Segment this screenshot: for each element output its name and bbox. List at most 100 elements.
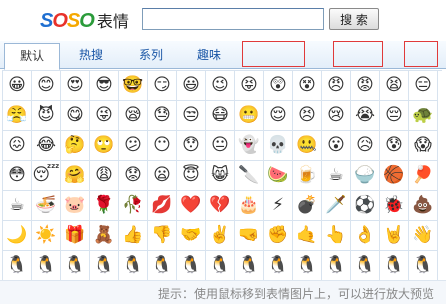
emoticon-cell[interactable]: ⚽ bbox=[351, 191, 380, 221]
emoticon-cell[interactable]: 🤙 bbox=[293, 221, 322, 251]
emoticon-cell[interactable]: 🤝 bbox=[177, 221, 206, 251]
emoticon-cell[interactable]: 🐷 bbox=[61, 191, 90, 221]
emoticon-cell[interactable]: 👌 bbox=[351, 221, 380, 251]
emoticon-cell[interactable]: 👍 bbox=[119, 221, 148, 251]
emoticon-cell[interactable]: 😌 bbox=[264, 101, 293, 131]
emoticon-cell[interactable]: 😂 bbox=[32, 131, 61, 161]
emoticon-cell[interactable]: 😤 bbox=[3, 101, 32, 131]
emoticon-cell[interactable]: ✊ bbox=[264, 221, 293, 251]
tab-default[interactable]: 默认 bbox=[4, 43, 60, 70]
emoticon-cell[interactable]: 💀 bbox=[264, 131, 293, 161]
emoticon-cell[interactable]: 🍚 bbox=[351, 161, 380, 191]
emoticon-cell[interactable]: 😎 bbox=[90, 71, 119, 101]
emoticon-cell[interactable]: ❤️ bbox=[177, 191, 206, 221]
emoticon-cell[interactable]: 😸 bbox=[206, 161, 235, 191]
emoticon-cell[interactable]: 🐧 bbox=[90, 251, 119, 281]
emoticon-cell[interactable]: 🐧 bbox=[206, 251, 235, 281]
emoticon-cell[interactable]: 😈 bbox=[32, 101, 61, 131]
emoticon-cell[interactable]: 😷 bbox=[206, 101, 235, 131]
emoticon-cell[interactable]: 😀 bbox=[3, 71, 32, 101]
emoticon-cell[interactable]: 🗡️ bbox=[322, 191, 351, 221]
emoticon-cell[interactable]: 😜 bbox=[90, 101, 119, 131]
soso-logo[interactable]: S O S O 表情 bbox=[40, 8, 129, 32]
emoticon-cell[interactable]: 💩 bbox=[409, 191, 438, 221]
emoticon-cell[interactable]: ☕ bbox=[322, 161, 351, 191]
emoticon-cell[interactable]: 😟 bbox=[119, 161, 148, 191]
emoticon-cell[interactable]: 😬 bbox=[235, 101, 264, 131]
emoticon-cell[interactable]: 🐧 bbox=[61, 251, 90, 281]
emoticon-cell[interactable]: 🐧 bbox=[293, 251, 322, 281]
emoticon-cell[interactable]: 🐢 bbox=[409, 101, 438, 131]
emoticon-cell[interactable]: 😣 bbox=[293, 101, 322, 131]
emoticon-cell[interactable]: 😓 bbox=[148, 101, 177, 131]
emoticon-cell[interactable]: 😑 bbox=[409, 71, 438, 101]
search-input[interactable] bbox=[142, 8, 324, 30]
tab-series[interactable]: 系列 bbox=[126, 43, 176, 69]
emoticon-cell[interactable]: 🐧 bbox=[119, 251, 148, 281]
search-button[interactable]: 搜 索 bbox=[329, 8, 379, 30]
emoticon-cell[interactable]: 🍺 bbox=[293, 161, 322, 191]
emoticon-cell[interactable]: 🍜 bbox=[32, 191, 61, 221]
emoticon-cell[interactable]: 🙄 bbox=[90, 131, 119, 161]
emoticon-cell[interactable]: 😱 bbox=[409, 131, 438, 161]
emoticon-cell[interactable]: 🥀 bbox=[119, 191, 148, 221]
emoticon-cell[interactable]: 😰 bbox=[380, 131, 409, 161]
emoticon-cell[interactable]: 😝 bbox=[235, 71, 264, 101]
emoticon-cell[interactable]: 😔 bbox=[380, 101, 409, 131]
emoticon-cell[interactable]: 😏 bbox=[148, 71, 177, 101]
emoticon-cell[interactable]: 😉 bbox=[206, 71, 235, 101]
emoticon-cell[interactable]: 🤘 bbox=[380, 221, 409, 251]
emoticon-cell[interactable]: 😡 bbox=[351, 71, 380, 101]
emoticon-cell[interactable]: 😪 bbox=[119, 101, 148, 131]
emoticon-cell[interactable]: 😵 bbox=[293, 71, 322, 101]
emoticon-cell[interactable]: 🐞 bbox=[380, 191, 409, 221]
emoticon-cell[interactable]: 😥 bbox=[351, 131, 380, 161]
emoticon-cell[interactable]: ☀️ bbox=[32, 221, 61, 251]
emoticon-cell[interactable]: 👻 bbox=[235, 131, 264, 161]
emoticon-cell[interactable]: 🏓 bbox=[409, 161, 438, 191]
emoticon-cell[interactable]: 💔 bbox=[206, 191, 235, 221]
emoticon-cell[interactable]: ✌️ bbox=[206, 221, 235, 251]
emoticon-cell[interactable]: 😇 bbox=[177, 161, 206, 191]
emoticon-cell[interactable]: 😊 bbox=[32, 71, 61, 101]
tab-fun[interactable]: 趣味 bbox=[184, 43, 234, 69]
emoticon-cell[interactable]: 😭 bbox=[351, 101, 380, 131]
emoticon-cell[interactable]: 🤗 bbox=[61, 161, 90, 191]
emoticon-cell[interactable]: 🐧 bbox=[264, 251, 293, 281]
emoticon-cell[interactable]: 😐 bbox=[206, 131, 235, 161]
emoticon-cell[interactable]: 🧸 bbox=[90, 221, 119, 251]
emoticon-cell[interactable]: ☕ bbox=[3, 191, 32, 221]
emoticon-cell[interactable]: 🎂 bbox=[235, 191, 264, 221]
emoticon-cell[interactable]: 😍 bbox=[61, 71, 90, 101]
emoticon-cell[interactable]: 😦 bbox=[148, 161, 177, 191]
emoticon-cell[interactable]: 😯 bbox=[177, 131, 206, 161]
emoticon-cell[interactable]: 😳 bbox=[3, 161, 32, 191]
emoticon-cell[interactable]: 🤓 bbox=[119, 71, 148, 101]
emoticon-cell[interactable]: 🐧 bbox=[3, 251, 32, 281]
emoticon-cell[interactable]: 😕 bbox=[119, 131, 148, 161]
emoticon-cell[interactable]: 🐧 bbox=[409, 251, 438, 281]
emoticon-cell[interactable]: 😒 bbox=[177, 101, 206, 131]
emoticon-cell[interactable]: 😲 bbox=[264, 71, 293, 101]
emoticon-cell[interactable]: 🐧 bbox=[148, 251, 177, 281]
emoticon-cell[interactable]: 😶 bbox=[148, 131, 177, 161]
emoticon-cell[interactable]: 🐧 bbox=[380, 251, 409, 281]
emoticon-cell[interactable]: 🌹 bbox=[90, 191, 119, 221]
emoticon-cell[interactable]: 😮 bbox=[322, 131, 351, 161]
emoticon-cell[interactable]: 🤔 bbox=[61, 131, 90, 161]
emoticon-cell[interactable]: 🤐 bbox=[293, 131, 322, 161]
emoticon-cell[interactable]: 🐧 bbox=[322, 251, 351, 281]
emoticon-cell[interactable]: 🐧 bbox=[351, 251, 380, 281]
emoticon-cell[interactable]: 🐧 bbox=[235, 251, 264, 281]
emoticon-cell[interactable]: 🔪 bbox=[235, 161, 264, 191]
emoticon-cell[interactable]: 🤜 bbox=[235, 221, 264, 251]
emoticon-cell[interactable]: 😃 bbox=[177, 71, 206, 101]
emoticon-cell[interactable]: 🏀 bbox=[380, 161, 409, 191]
emoticon-cell[interactable]: 👎 bbox=[148, 221, 177, 251]
emoticon-cell[interactable]: 💣 bbox=[293, 191, 322, 221]
emoticon-cell[interactable]: 😢 bbox=[322, 101, 351, 131]
emoticon-cell[interactable]: 🎁 bbox=[61, 221, 90, 251]
emoticon-cell[interactable]: ⚡ bbox=[264, 191, 293, 221]
emoticon-cell[interactable]: 😋 bbox=[61, 101, 90, 131]
emoticon-cell[interactable]: 😫 bbox=[380, 71, 409, 101]
